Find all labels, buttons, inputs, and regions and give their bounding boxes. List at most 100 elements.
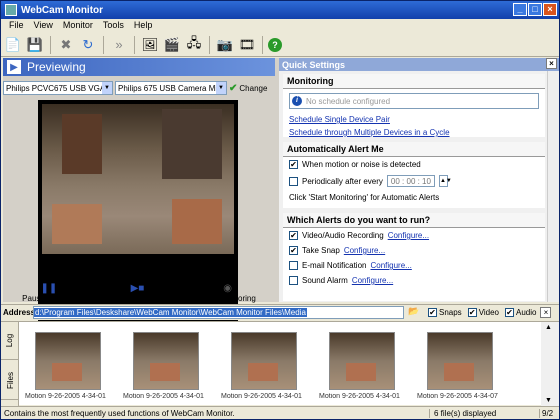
tab-log-label: Log	[5, 333, 15, 348]
thumbnail[interactable]	[427, 332, 493, 390]
devices-icon[interactable]: 🖧	[184, 35, 204, 55]
thumbnail[interactable]	[329, 332, 395, 390]
spinner-icon[interactable]: ▲▼	[438, 175, 452, 187]
audio-checkbox[interactable]: ✔	[505, 308, 515, 317]
record-icon[interactable]: 🎬	[162, 35, 182, 55]
alert-section: Automatically Alert Me ✔ When motion or …	[283, 142, 545, 208]
schedule-placeholder: No schedule configured	[306, 96, 391, 106]
video-device-select[interactable]: Philips PCVC675 USB VGA C ▼	[3, 81, 113, 95]
alarm-label: Sound Alarm	[302, 276, 348, 285]
snap-label: Take Snap	[302, 246, 340, 255]
video-label: Video	[478, 308, 500, 317]
quick-settings-pane: Quick Settings × Monitoring i No schedul…	[279, 58, 559, 302]
thumbnail-caption: Motion 9-26-2005 4-34-01	[123, 393, 204, 400]
recording-label: Video/Audio Recording	[302, 231, 384, 240]
menu-monitor[interactable]: Monitor	[58, 19, 98, 33]
alarm-checkbox[interactable]	[289, 276, 298, 285]
new-icon[interactable]: 📄	[3, 35, 23, 55]
stop-label: Stop Preview	[113, 294, 162, 303]
preview-header: ▶ Previewing	[3, 58, 275, 76]
folder-icon[interactable]: 📂	[406, 306, 422, 319]
toolbar: 📄 💾 ✖ ↻ » 🖼 🎬 🖧 📷 🎞 ?	[1, 33, 559, 57]
window-title: WebCam Monitor	[21, 4, 104, 16]
status-message: Contains the most frequently used functi…	[4, 408, 235, 418]
snaps-checkbox[interactable]: ✔	[428, 308, 437, 317]
thumbnail-scrollbar[interactable]: ▲ ▼	[541, 322, 559, 406]
periodic-checkbox[interactable]	[289, 176, 298, 186]
scroll-up-icon[interactable]: ▲	[545, 324, 552, 331]
forward-icon[interactable]: »	[109, 35, 129, 55]
address-input[interactable]: d:\Program Files\Deskshare\WebCam Monito…	[33, 306, 404, 319]
motion-checkbox[interactable]: ✔	[289, 160, 298, 169]
checkmark-icon: ✔	[229, 82, 238, 94]
camera-icon[interactable]: 📷	[215, 35, 235, 55]
minimize-button[interactable]: _	[513, 3, 527, 16]
thumbnail[interactable]	[231, 332, 297, 390]
preview-pane: ▶ Previewing Philips PCVC675 USB VGA C ▼…	[3, 58, 275, 322]
monitor-icon: ◉	[223, 283, 232, 294]
maximize-button[interactable]: □	[528, 3, 542, 16]
periodic-label: Periodically after every	[302, 176, 383, 186]
thumbnail-caption: Motion 9-26-2005 4-34-07	[417, 393, 498, 400]
email-configure-link[interactable]: Configure...	[370, 261, 411, 270]
film-icon[interactable]: 🎞	[237, 35, 257, 55]
page-indicator: 9/2	[539, 408, 559, 418]
address-path: d:\Program Files\Deskshare\WebCam Monito…	[34, 308, 307, 317]
quick-settings-header: Quick Settings ×	[279, 58, 559, 71]
alarm-configure-link[interactable]: Configure...	[352, 276, 393, 285]
help-icon[interactable]: ?	[268, 37, 282, 52]
monitoring-section: Monitoring i No schedule configured Sche…	[283, 74, 545, 137]
audio-device-select[interactable]: Philips 675 USB Camera Mic ▼	[115, 81, 227, 95]
files-panel: Log Files Motion 9-26-2005 4-34-01 Motio…	[1, 321, 559, 406]
thumbnail-caption: Motion 9-26-2005 4-34-01	[25, 393, 106, 400]
recording-checkbox[interactable]: ✔	[289, 231, 298, 240]
video-checkbox[interactable]: ✔	[467, 308, 477, 317]
audio-device-value: Philips 675 USB Camera Mic	[118, 83, 222, 93]
chevron-down-icon: ▼	[216, 82, 226, 94]
snapshot-icon[interactable]: 🖼	[140, 35, 160, 55]
alert-title: Automatically Alert Me	[283, 142, 545, 157]
settings-scrollbar[interactable]	[547, 71, 559, 302]
schedule-single-link[interactable]: Schedule Single Device Pair	[283, 113, 545, 126]
menu-view[interactable]: View	[29, 19, 58, 33]
audio-label: Audio	[516, 308, 537, 317]
save-icon[interactable]: 💾	[25, 35, 45, 55]
snap-checkbox[interactable]: ✔	[289, 246, 298, 255]
start-label: Start Monitoring	[199, 294, 256, 303]
alerts-run-section: Which Alerts do you want to run? ✔ Video…	[283, 213, 545, 301]
tab-log[interactable]: Log	[1, 322, 19, 360]
thumbnail[interactable]	[133, 332, 199, 390]
preview-title: Previewing	[27, 60, 86, 74]
tab-files-label: Files	[5, 372, 15, 389]
stop-icon: ▶■	[130, 283, 145, 294]
interval-input[interactable]: 00 : 00 : 10	[386, 175, 435, 187]
recording-configure-link[interactable]: Configure...	[388, 231, 429, 240]
pause-preview-button[interactable]: ❚❚ Pause Preview	[22, 283, 75, 303]
refresh-icon[interactable]: ↻	[78, 35, 98, 55]
thumbnail[interactable]	[35, 332, 101, 390]
snap-configure-link[interactable]: Configure...	[344, 246, 385, 255]
schedule-multiple-link[interactable]: Schedule through Multiple Devices in a C…	[283, 126, 545, 139]
change-button[interactable]: ✔ Change	[229, 83, 267, 94]
menu-tools[interactable]: Tools	[98, 19, 129, 33]
status-bar: Contains the most frequently used functi…	[1, 406, 559, 419]
scroll-down-icon[interactable]: ▼	[545, 397, 552, 404]
delete-icon[interactable]: ✖	[56, 35, 76, 55]
preview-icon: ▶	[7, 60, 21, 74]
schedule-field[interactable]: i No schedule configured	[289, 93, 539, 109]
file-count: 6 file(s) displayed	[429, 408, 539, 418]
toolbar-separator	[262, 35, 263, 54]
menu-help[interactable]: Help	[129, 19, 158, 33]
email-label: E-mail Notification	[302, 261, 367, 270]
close-icon[interactable]: ×	[546, 58, 557, 69]
toolbar-separator	[50, 35, 51, 54]
snaps-label: Snaps	[439, 308, 462, 317]
start-monitoring-button[interactable]: ◉ Start Monitoring	[199, 283, 255, 303]
stop-preview-button[interactable]: ▶■ Stop Preview	[114, 283, 161, 303]
close-button[interactable]: ×	[543, 3, 557, 16]
tab-files[interactable]: Files	[1, 362, 19, 400]
email-checkbox[interactable]	[289, 261, 298, 270]
close-icon[interactable]: ×	[540, 307, 552, 318]
menu-file[interactable]: File	[4, 19, 29, 33]
info-icon: i	[292, 96, 302, 106]
